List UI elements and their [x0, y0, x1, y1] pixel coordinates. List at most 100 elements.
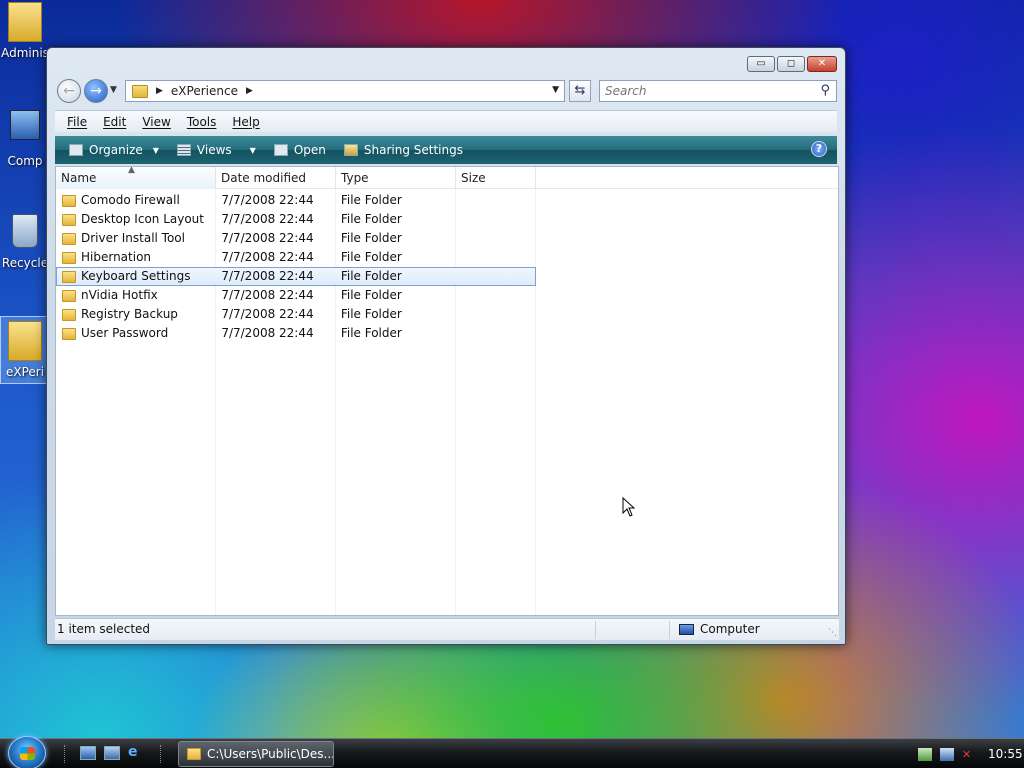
status-divider [595, 621, 596, 639]
file-type: File Folder [340, 326, 402, 340]
file-rows: Comodo Firewall 7/7/2008 22:44 File Fold… [56, 191, 536, 343]
zone-label: Computer [700, 622, 760, 636]
folder-icon [62, 270, 76, 283]
file-type: File Folder [340, 307, 402, 321]
file-date: 7/7/2008 22:44 [221, 212, 314, 226]
address-row: ← → ▼ ▶ eXPerience ▶ ▼ ⇆ ⚲ [55, 78, 837, 104]
breadcrumb-separator-icon[interactable]: ▶ [246, 86, 253, 96]
folder-icon [62, 213, 76, 226]
status-bar: 1 item selected Computer ⋱ [55, 618, 839, 640]
file-name: Hibernation [81, 250, 152, 264]
views-label: Views [196, 143, 232, 157]
menu-help[interactable]: Help [232, 115, 259, 129]
sharing-label: Sharing Settings [363, 143, 463, 157]
file-row-selected[interactable]: Keyboard Settings 7/7/2008 22:44 File Fo… [56, 267, 536, 286]
file-row[interactable]: Hibernation 7/7/2008 22:44 File Folder [56, 248, 536, 267]
address-bar[interactable]: ▶ eXPerience ▶ ▼ [125, 80, 565, 102]
forward-button[interactable]: → [84, 79, 108, 103]
explorer-window: ▭ ◻ ✕ ← → ▼ ▶ eXPerience ▶ ▼ ⇆ ⚲ File Ed… [46, 47, 846, 645]
file-date: 7/7/2008 22:44 [221, 193, 314, 207]
file-row[interactable]: Comodo Firewall 7/7/2008 22:44 File Fold… [56, 191, 536, 210]
organize-label: Organize [89, 143, 143, 157]
folder-icon [62, 289, 76, 302]
column-type[interactable]: Type [336, 167, 456, 189]
file-date: 7/7/2008 22:44 [221, 307, 314, 321]
desktop-icon-experience[interactable]: eXPeri [0, 316, 50, 384]
switch-windows-icon[interactable] [104, 746, 120, 760]
column-size[interactable]: Size [456, 167, 536, 189]
close-button[interactable]: ✕ [807, 56, 837, 72]
clock[interactable]: 10:55 [988, 747, 1023, 761]
column-name[interactable]: ▲ Name [56, 167, 216, 189]
mouse-cursor-icon [622, 497, 636, 517]
sharing-settings-button[interactable]: Sharing Settings [338, 138, 469, 162]
security-icon[interactable] [918, 747, 932, 761]
file-name: Registry Backup [81, 307, 178, 321]
folder-icon [8, 2, 42, 42]
refresh-button[interactable]: ⇆ [569, 80, 591, 102]
menu-view[interactable]: View [142, 115, 170, 129]
file-name-cell: Comodo Firewall [57, 192, 216, 209]
taskbar-grip [160, 745, 164, 763]
file-type: File Folder [340, 231, 402, 245]
help-icon[interactable]: ? [811, 141, 827, 157]
internet-explorer-icon[interactable]: e [128, 745, 144, 760]
folder-icon [62, 232, 76, 245]
desktop-icon-label: Adminis [1, 46, 49, 60]
search-input[interactable] [600, 81, 805, 101]
minimize-button[interactable]: ▭ [747, 56, 775, 72]
file-name: Keyboard Settings [81, 269, 191, 283]
file-row[interactable]: Desktop Icon Layout 7/7/2008 22:44 File … [56, 210, 536, 229]
sort-ascending-icon: ▲ [128, 166, 135, 175]
file-row[interactable]: User Password 7/7/2008 22:44 File Folder [56, 324, 536, 343]
views-icon [176, 144, 191, 156]
window-controls: ▭ ◻ ✕ [747, 56, 837, 72]
back-button[interactable]: ← [57, 79, 81, 103]
folder-icon [187, 748, 201, 760]
file-name-cell: Keyboard Settings [57, 268, 216, 285]
file-type: File Folder [340, 288, 402, 302]
selection-status: 1 item selected [57, 622, 151, 636]
volume-muted-icon[interactable]: ✕ [962, 748, 976, 761]
taskbar-explorer-button[interactable]: C:\Users\Public\Des... [178, 741, 334, 767]
maximize-button[interactable]: ◻ [777, 56, 805, 72]
desktop-icon-recycle-bin[interactable]: Recycle [0, 214, 50, 270]
taskbar-grip [64, 745, 68, 763]
zone-status: Computer [679, 622, 760, 636]
file-date: 7/7/2008 22:44 [221, 326, 314, 340]
show-desktop-icon[interactable] [80, 746, 96, 760]
menu-edit[interactable]: Edit [103, 115, 126, 129]
file-row[interactable]: Registry Backup 7/7/2008 22:44 File Fold… [56, 305, 536, 324]
open-button[interactable]: Open [268, 138, 332, 162]
file-name-cell: Desktop Icon Layout [57, 211, 216, 228]
file-row[interactable]: Driver Install Tool 7/7/2008 22:44 File … [56, 229, 536, 248]
menu-bar: File Edit View Tools Help [55, 110, 837, 132]
search-icon[interactable]: ⚲ [820, 83, 830, 98]
menu-tools[interactable]: Tools [187, 115, 217, 129]
chevron-down-icon: ▼ [249, 145, 256, 155]
address-dropdown-icon[interactable]: ▼ [552, 85, 559, 95]
recent-pages-dropdown[interactable]: ▼ [110, 85, 117, 95]
network-icon[interactable] [940, 747, 954, 761]
column-date-modified[interactable]: Date modified [216, 167, 336, 189]
breadcrumb-experience[interactable]: eXPerience [171, 84, 238, 98]
start-button[interactable] [8, 736, 46, 768]
organize-button[interactable]: Organize ▼ [63, 138, 165, 162]
file-row[interactable]: nVidia Hotfix 7/7/2008 22:44 File Folder [56, 286, 536, 305]
open-icon [273, 144, 288, 156]
file-type: File Folder [340, 269, 402, 283]
desktop-icon-administrator[interactable]: Adminis [0, 2, 50, 60]
views-button[interactable]: Views ▼ [171, 138, 262, 162]
folder-icon [62, 327, 76, 340]
resize-grip[interactable]: ⋱ [828, 628, 837, 638]
file-name: User Password [81, 326, 169, 340]
open-label: Open [293, 143, 326, 157]
sharing-icon [343, 144, 358, 156]
file-list: ▲ Name Date modified Type Size Comodo Fi… [55, 166, 839, 616]
desktop-icon-label: Recycle [1, 256, 49, 270]
recycle-bin-icon [12, 214, 38, 248]
folder-icon [132, 84, 148, 98]
menu-file[interactable]: File [67, 115, 87, 129]
folder-icon [8, 321, 42, 361]
desktop-icon-computer[interactable]: Comp [0, 110, 50, 168]
